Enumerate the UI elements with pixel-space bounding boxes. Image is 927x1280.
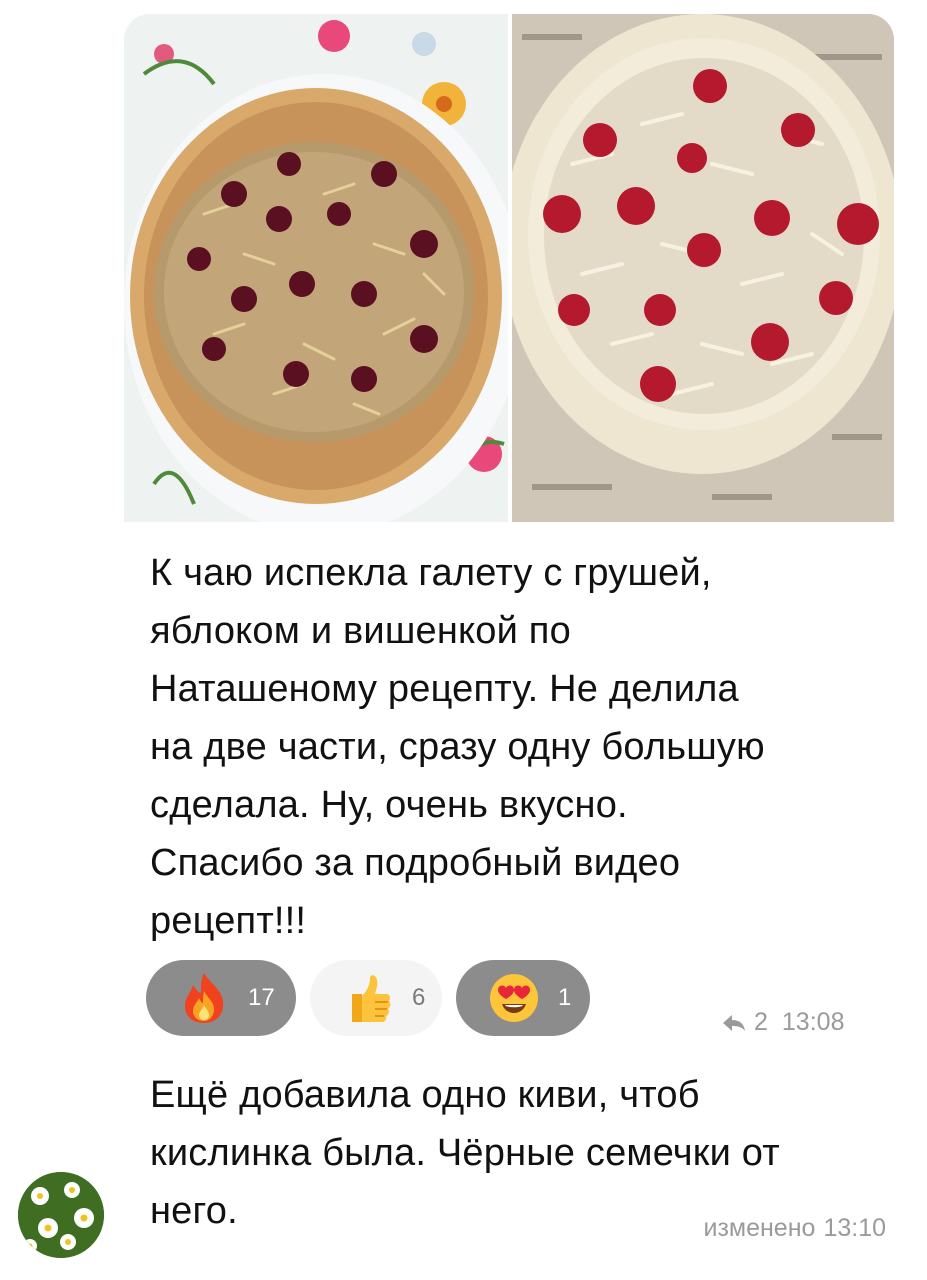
reaction-count: 6 [412,984,426,1011]
message-line: на две части, сразу одну большую [150,726,765,768]
message-line: Ещё добавила одно киви, чтоб [150,1074,700,1116]
message-time: 13:08 [781,1008,845,1036]
message-line: яблоком и вишенкой по [150,610,571,652]
daisy-flowers-avatar-icon[interactable] [18,1172,104,1258]
reaction-heart-eyes[interactable]: 1 [456,960,590,1036]
reaction-count: 17 [248,984,275,1011]
reaction-thumbs-up[interactable]: 6 [310,960,442,1036]
chat-view: К чаю испекла галету с грушей, яблоком и… [0,0,927,1280]
message-line: Спасибо за подробный видео [150,842,681,884]
message-line: кислинка была. Чёрные семечки от [150,1132,780,1174]
message-line: сделала. Ну, очень вкусно. [150,784,628,826]
reaction-fire[interactable]: 17 [146,960,296,1036]
fire-emoji-icon [174,968,234,1028]
photo-album [124,14,894,522]
message-time: 13:10 [823,1214,886,1242]
message-line: К чаю испекла галету с грушей, [150,552,712,594]
heart-eyes-emoji-icon [484,968,544,1028]
message-text: К чаю испекла галету с грушей, яблоком и… [150,544,890,950]
baked-galette-photo[interactable] [124,14,508,522]
thumbs-up-emoji-icon [338,968,398,1028]
raw-galette-photo[interactable] [512,14,894,522]
reaction-count: 1 [558,984,572,1011]
message-bubble[interactable]: Ещё добавила одно киви, чтоб кислинка бы… [124,1062,914,1262]
reply-arrow-icon[interactable] [722,1014,746,1032]
reply-count[interactable]: 2 [754,1008,768,1037]
message-line: рецепт!!! [150,900,307,942]
message-bubble[interactable]: К чаю испекла галету с грушей, яблоком и… [124,14,894,1054]
edited-label: изменено [703,1214,816,1242]
message-line: Наташеному рецепту. Не делила [150,668,739,710]
message-meta: изменено 13:10 [703,1214,886,1243]
message-meta: 2 13:08 [722,1008,844,1037]
